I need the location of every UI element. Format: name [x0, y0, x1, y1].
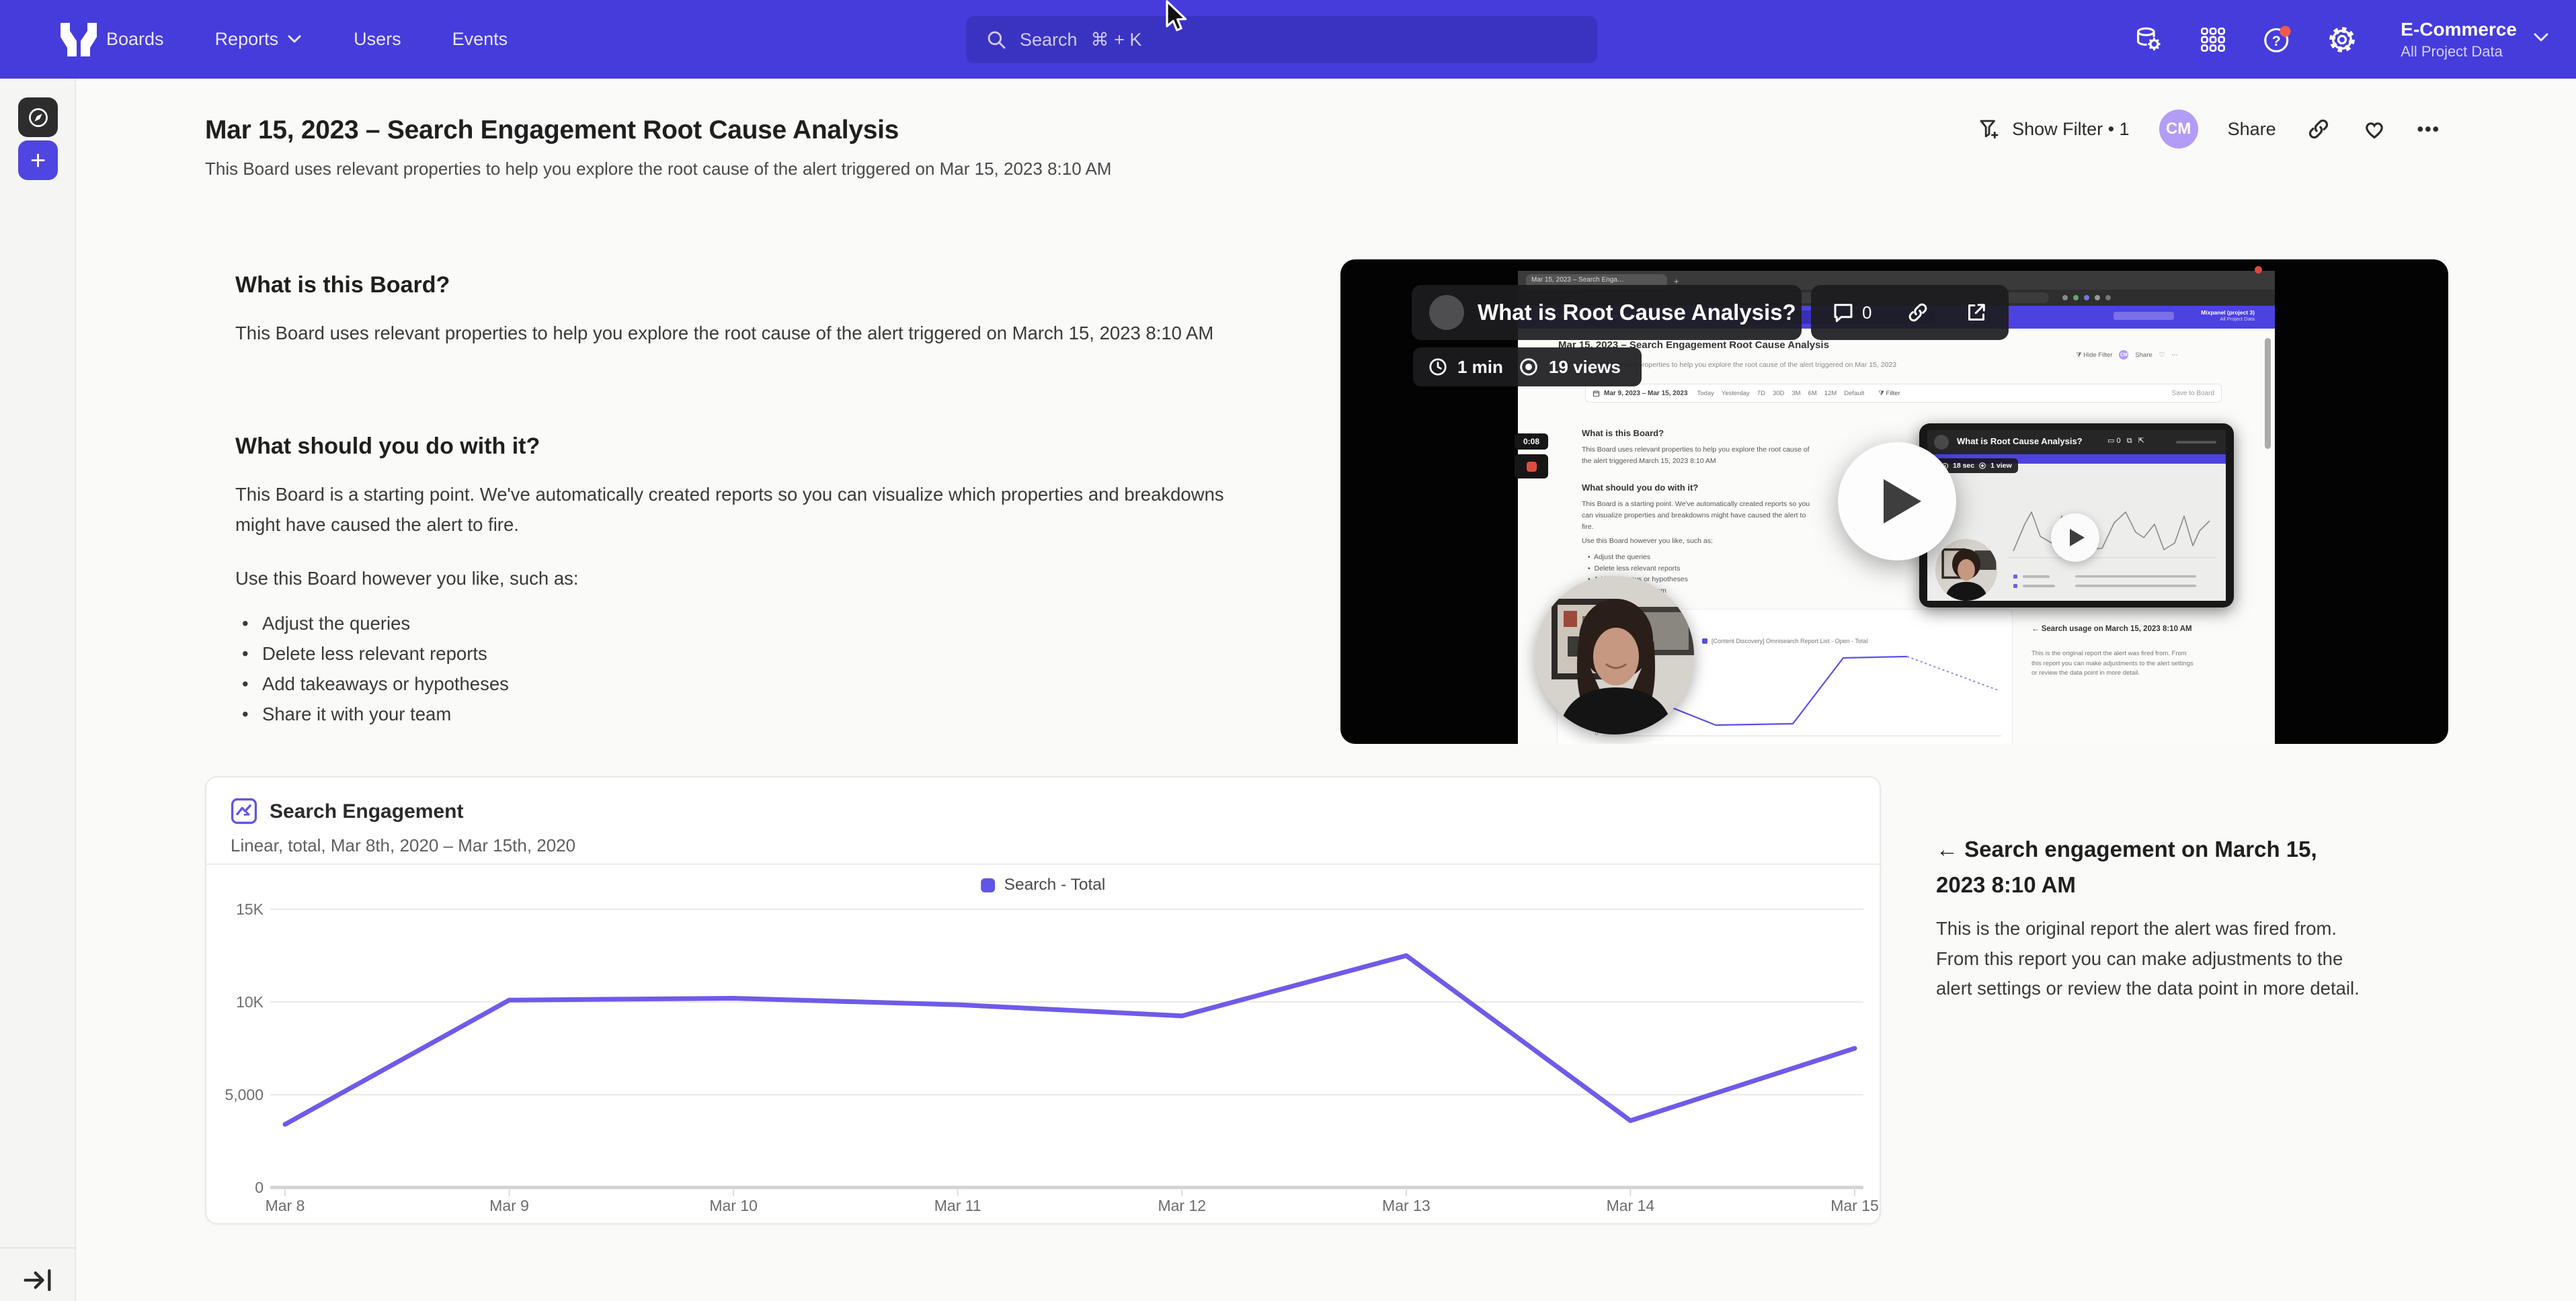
report-card: Search Engagement Linear, total, Mar 8th… [205, 776, 1881, 1224]
plus-icon: + [30, 147, 46, 174]
video-stats-pill: 1 min 19 views [1413, 347, 1642, 386]
create-new-button[interactable]: + [18, 140, 58, 180]
mixpanel-board-page: Boards Reports Users Events Search ⌘ + K [0, 0, 2576, 1301]
list-intro: Use this Board however you like, such as… [235, 563, 579, 593]
section-heading: What is this Board? [235, 272, 450, 298]
video-player[interactable]: Mar 15, 2023 – Search Enga… + Boards Rep… [1340, 259, 2448, 744]
data-management-icon[interactable] [2116, 0, 2181, 79]
mini-annotation-title: ← Search usage on March 15, 2023 8:10 AM [2031, 624, 2200, 634]
svg-text:0: 0 [255, 1179, 264, 1196]
video-comments-button[interactable]: 0 [1831, 300, 1871, 325]
project-switcher[interactable]: E-Commerce All Project Data [2401, 0, 2550, 79]
avatar[interactable]: CM [2159, 110, 2198, 149]
search-input[interactable]: Search ⌘ + K [966, 16, 1597, 63]
svg-text:Mar 14: Mar 14 [1607, 1197, 1655, 1214]
svg-text:Mar 9: Mar 9 [489, 1197, 529, 1214]
svg-text:Mar 15: Mar 15 [1830, 1197, 1879, 1214]
search-icon [985, 28, 1008, 51]
nested-webcam-bubble [1935, 539, 1997, 601]
nested-video-frame: What is Root Cause Analysis? ▭ 0 ⧉ ⇱ 18 … [1919, 423, 2234, 607]
compass-icon [26, 106, 50, 130]
mini-header-controls: ⧩ Hide Filter CM Share ♡⋯ [2076, 350, 2178, 360]
annotation-title: ← Search engagement on March 15, 2023 8:… [1936, 831, 2339, 903]
project-name: E-Commerce [2401, 19, 2517, 40]
report-subtitle: Linear, total, Mar 8th, 2020 – Mar 15th,… [231, 835, 575, 856]
svg-text:15K: 15K [236, 900, 264, 918]
section-heading: What should you do with it? [235, 433, 540, 460]
filter-plus-icon [1977, 117, 2001, 141]
apps-grid-icon[interactable] [2181, 0, 2245, 79]
play-icon [1884, 479, 1921, 523]
nav-item-users[interactable]: Users [354, 29, 401, 50]
nav-item-label: Reports [215, 29, 279, 50]
show-filter-button[interactable]: Show Filter • 1 [1977, 117, 2130, 141]
video-play-button[interactable] [1838, 442, 1956, 560]
mini-controls-bar: Mar 9, 2023 – Mar 15, 2023 Today Yesterd… [1585, 384, 2222, 403]
chevron-down-icon [286, 29, 303, 50]
mini-annotation-body: This is the original report the alert wa… [2031, 649, 2196, 679]
left-sidebar: + [0, 79, 76, 1301]
video-copy-link-icon[interactable] [1906, 300, 1930, 325]
explore-boards-button[interactable] [18, 97, 58, 137]
chevron-down-icon [2532, 32, 2550, 47]
top-nav-bar: Boards Reports Users Events Search ⌘ + K [0, 0, 2576, 79]
nav-item-reports[interactable]: Reports [215, 29, 303, 50]
list-item: Add takeaways or hypotheses [235, 669, 509, 699]
svg-text:Mar 8: Mar 8 [266, 1197, 305, 1214]
section-body: This Board uses relevant properties to h… [235, 318, 1230, 348]
sidebar-divider [0, 1247, 76, 1249]
svg-text:?: ? [2272, 33, 2281, 48]
mixpanel-logo-icon[interactable] [59, 23, 98, 60]
show-filter-label: Show Filter • 1 [2012, 119, 2130, 140]
help-icon[interactable]: ? [2245, 0, 2310, 79]
expand-sidebar-icon[interactable] [20, 1263, 55, 1301]
copy-link-icon[interactable] [2306, 116, 2331, 142]
video-title-pill: What is Root Cause Analysis? [1412, 285, 1802, 340]
project-scope: All Project Data [2401, 43, 2517, 60]
list-item: Delete less relevant reports [235, 638, 509, 669]
video-duration: 1 min [1457, 357, 1503, 378]
video-actions-pill: 0 [1811, 285, 2009, 340]
mouse-cursor [1162, 0, 1191, 38]
nav-item-events[interactable]: Events [452, 29, 508, 50]
svg-text:Mar 12: Mar 12 [1158, 1197, 1206, 1214]
video-open-external-icon[interactable] [1964, 300, 1988, 325]
recording-dot-icon [2255, 266, 2262, 274]
annotation-body: This is the original report the alert wa… [1936, 914, 2366, 1004]
svg-text:Mar 13: Mar 13 [1382, 1197, 1431, 1214]
list-item: Share it with your team [235, 699, 509, 729]
board-header-controls: Show Filter • 1 CM Share ••• [1977, 108, 2440, 151]
video-title: What is Root Cause Analysis? [1478, 300, 1796, 325]
list-item: Adjust the queries [235, 608, 509, 638]
section-body: This Board is a starting point. We've au… [235, 479, 1257, 540]
nav-item-label: Boards [106, 29, 164, 50]
nav-item-label: Events [452, 29, 508, 50]
recording-timestamp: 0:08 [1515, 433, 1548, 450]
page-subtitle: This Board uses relevant properties to h… [205, 159, 1111, 179]
share-button[interactable]: Share [2228, 119, 2276, 140]
search-placeholder: Search [1020, 30, 1078, 50]
stop-recording-icon [1515, 454, 1548, 478]
nav-item-label: Users [354, 29, 401, 50]
nested-play-button [2051, 513, 2099, 562]
svg-text:10K: 10K [236, 993, 264, 1011]
settings-gear-icon[interactable] [2310, 0, 2374, 79]
webcam-bubble [1535, 576, 1694, 735]
line-chart-icon [229, 796, 259, 829]
line-chart: 0 5,000 10K 15K Mar 8 Mar 9 Mar 10 Mar 11 Mar 12… [206, 864, 1882, 1224]
svg-text:Mar 11: Mar 11 [934, 1197, 981, 1214]
usage-bullet-list: Adjust the queries Delete less relevant … [235, 608, 509, 729]
page-title: Mar 15, 2023 – Search Engagement Root Ca… [205, 116, 899, 145]
search-shortcut: ⌘ + K [1091, 30, 1142, 50]
video-avatar [1429, 295, 1464, 330]
svg-text:Mar 10: Mar 10 [709, 1197, 758, 1214]
favorite-heart-icon[interactable] [2361, 116, 2388, 142]
report-title[interactable]: Search Engagement [270, 800, 463, 823]
nav-item-boards[interactable]: Boards [106, 29, 164, 50]
more-options-button[interactable]: ••• [2417, 119, 2440, 140]
svg-text:5,000: 5,000 [225, 1086, 264, 1103]
video-views: 19 views [1549, 357, 1621, 378]
